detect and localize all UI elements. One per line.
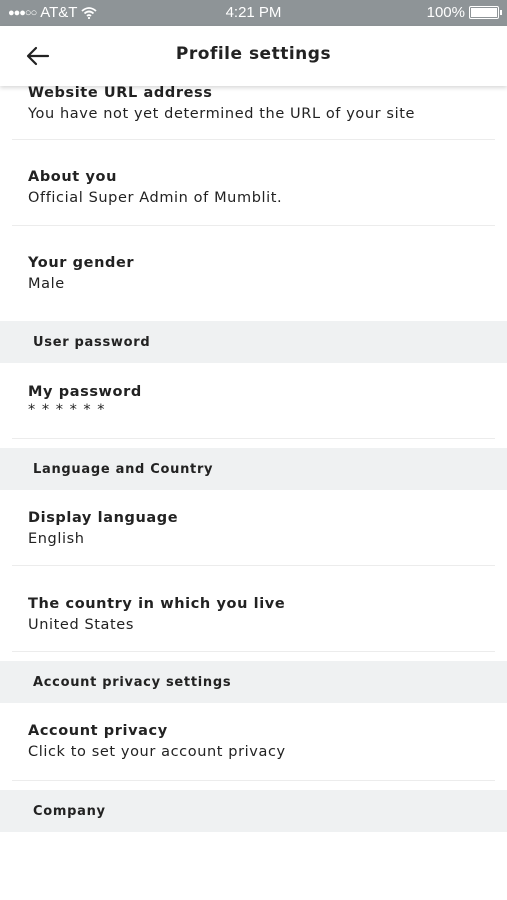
display-language-label: Display language bbox=[28, 510, 179, 526]
battery-icon bbox=[469, 6, 502, 19]
gender-item[interactable]: Your gender Male bbox=[12, 226, 495, 312]
page-title: Profile settings bbox=[175, 44, 332, 64]
account-privacy-value: Click to set your account privacy bbox=[28, 744, 286, 760]
country-label: The country in which you live bbox=[28, 596, 286, 612]
about-you-value: Official Super Admin of Mumblit. bbox=[28, 190, 283, 206]
website-url-label: Website URL address bbox=[28, 85, 213, 101]
about-you-item[interactable]: About you Official Super Admin of Mumbli… bbox=[12, 140, 495, 226]
section-account-privacy-title: Account privacy settings bbox=[33, 674, 232, 690]
section-company: Company bbox=[0, 790, 507, 832]
display-language-value: English bbox=[28, 531, 85, 547]
password-item[interactable]: My password * * * * * * bbox=[12, 363, 495, 439]
website-url-value: You have not yet determined the URL of y… bbox=[28, 106, 416, 122]
section-user-password-title: User password bbox=[33, 334, 151, 350]
section-user-password: User password bbox=[0, 321, 507, 363]
section-language-country-title: Language and Country bbox=[33, 461, 214, 477]
gender-label: Your gender bbox=[28, 255, 135, 271]
display-language-item[interactable]: Display language English bbox=[12, 490, 495, 566]
section-company-title: Company bbox=[33, 803, 106, 819]
status-bar: ●●●○○ AT&T 4:21 PM 100% bbox=[0, 0, 507, 26]
account-privacy-item[interactable]: Account privacy Click to set your accoun… bbox=[12, 703, 495, 781]
battery-status: 100% bbox=[426, 4, 502, 21]
password-value: * * * * * * bbox=[28, 402, 106, 418]
section-account-privacy: Account privacy settings bbox=[0, 661, 507, 703]
settings-list: Website URL address You have not yet det… bbox=[0, 85, 507, 832]
password-label: My password bbox=[28, 384, 142, 400]
account-privacy-label: Account privacy bbox=[28, 723, 168, 739]
gender-value: Male bbox=[28, 276, 65, 292]
country-item[interactable]: The country in which you live United Sta… bbox=[12, 566, 495, 652]
about-you-label: About you bbox=[28, 169, 118, 185]
website-url-item[interactable]: Website URL address You have not yet det… bbox=[12, 85, 495, 140]
app-header: Profile settings bbox=[0, 26, 507, 86]
country-value: United States bbox=[28, 617, 134, 633]
battery-percent: 100% bbox=[426, 4, 465, 21]
section-language-country: Language and Country bbox=[0, 448, 507, 490]
